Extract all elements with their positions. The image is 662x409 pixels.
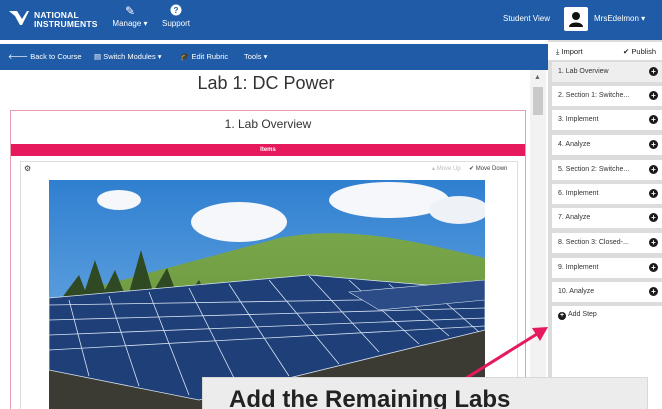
instruction-callout: Add the Remaining Labs bbox=[202, 377, 648, 409]
annotation-arrow bbox=[446, 327, 548, 392]
callout-text: Add the Remaining Labs bbox=[229, 386, 511, 409]
